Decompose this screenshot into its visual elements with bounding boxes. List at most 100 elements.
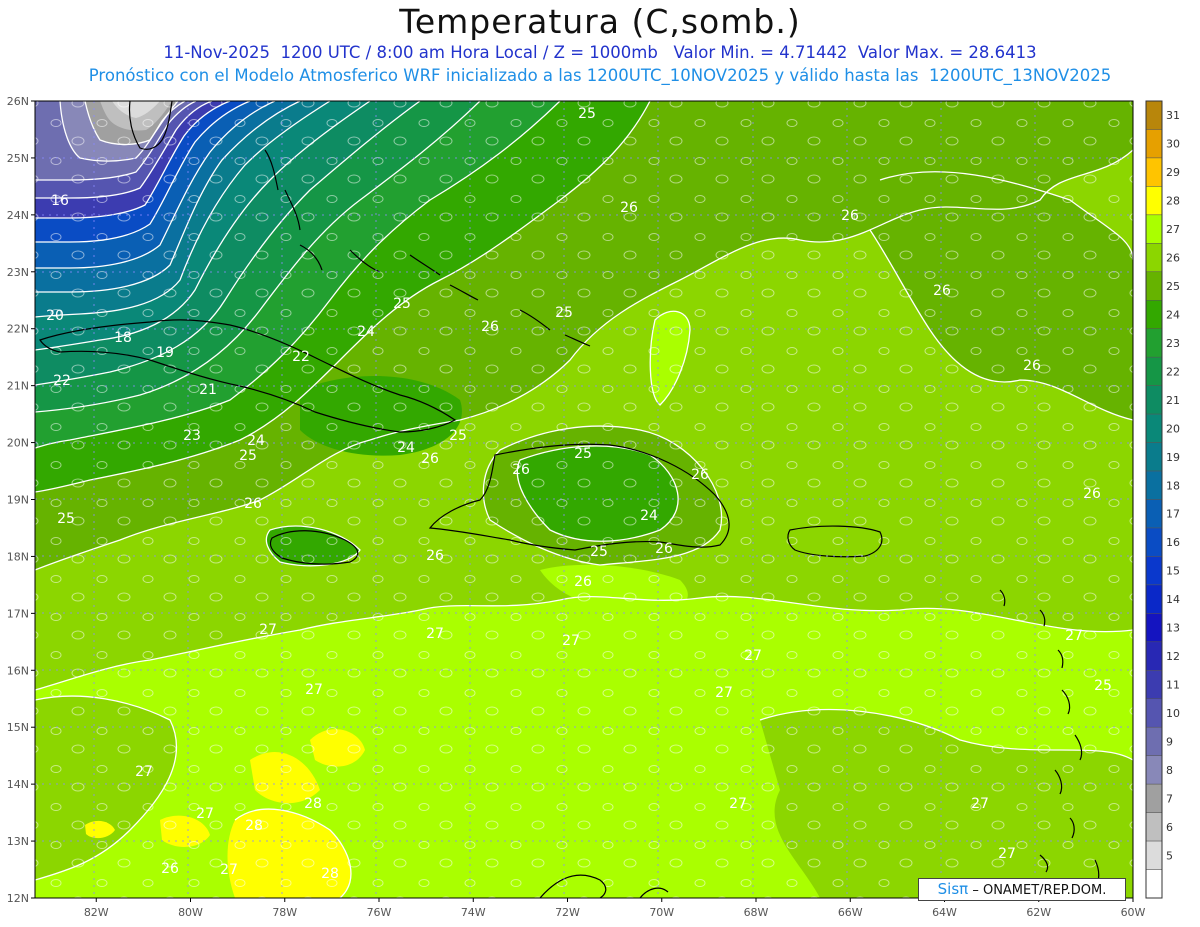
contour-label: 21 — [199, 382, 217, 398]
longitude-axis: 82W 80W 78W 76W 74W 72W 70W 68W 66W 64W 62W 60W — [84, 898, 1146, 919]
lat-label: 18N — [7, 550, 29, 563]
colorbar-label: 15 — [1166, 565, 1180, 578]
contour-label: 25 — [590, 544, 608, 560]
contour-label: 26 — [512, 462, 530, 478]
contour-label: 27 — [426, 626, 444, 642]
colorbar-label: 16 — [1166, 536, 1180, 549]
lon-label: 66W — [838, 906, 863, 919]
lat-label: 17N — [7, 607, 29, 620]
lat-label: 24N — [7, 209, 29, 222]
contour-label: 27 — [135, 764, 153, 780]
colorbar-label: 29 — [1166, 166, 1180, 179]
contour-label: 26 — [620, 200, 638, 216]
colorbar: 31 30 29 28 27 26 25 24 23 22 21 20 19 18 17 16 15 14 13 12… — [1145, 100, 1180, 899]
colorbar-label: 28 — [1166, 195, 1180, 208]
contour-label: 25 — [578, 106, 596, 122]
contour-label: 27 — [744, 648, 762, 664]
contour-label: 25 — [574, 446, 592, 462]
colorbar-swatch — [1145, 214, 1163, 244]
colorbar-swatch — [1145, 186, 1163, 216]
contour-label: 27 — [715, 685, 733, 701]
credit-text: – ONAMET/REP.DOM. — [972, 883, 1107, 898]
colorbar-swatch — [1145, 840, 1163, 870]
lat-label: 19N — [7, 494, 29, 507]
contour-label: 26 — [655, 541, 673, 557]
contour-label: 26 — [574, 574, 592, 590]
lat-label: 22N — [7, 323, 29, 336]
credit-box: Sisπ – ONAMET/REP.DOM. — [918, 878, 1126, 901]
contour-label: 22 — [53, 373, 71, 389]
colorbar-label: 8 — [1166, 764, 1173, 777]
lon-label: 60W — [1121, 906, 1146, 919]
colorbar-label: 24 — [1166, 308, 1180, 321]
contour-label: 26 — [161, 861, 179, 877]
contour-label: 25 — [1094, 678, 1112, 694]
lat-label: 14N — [7, 778, 29, 791]
contour-label: 25 — [555, 305, 573, 321]
colorbar-label: 9 — [1166, 735, 1173, 748]
colorbar-label: 23 — [1166, 337, 1180, 350]
contour-label: 26 — [841, 208, 859, 224]
colorbar-label: 30 — [1166, 138, 1180, 151]
lon-label: 78W — [272, 906, 297, 919]
colorbar-label: 13 — [1166, 622, 1180, 635]
contour-label: 20 — [46, 308, 64, 324]
lon-label: 70W — [649, 906, 674, 919]
colorbar-label: 10 — [1166, 707, 1180, 720]
contour-label: 26 — [481, 319, 499, 335]
colorbar-swatch — [1145, 470, 1163, 500]
lon-label: 76W — [367, 906, 392, 919]
contour-label: 26 — [691, 467, 709, 483]
colorbar-label: 18 — [1166, 479, 1180, 492]
colorbar-label: 19 — [1166, 451, 1180, 464]
contour-label: 27 — [220, 862, 238, 878]
forecast-info-line: Pronóstico con el Modelo Atmosferico WRF… — [88, 66, 1112, 85]
contour-label: 16 — [51, 193, 69, 209]
colorbar-label: 12 — [1166, 650, 1180, 663]
colorbar-swatch — [1145, 869, 1163, 899]
colorbar-label: 14 — [1166, 593, 1180, 606]
contour-label: 18 — [114, 330, 132, 346]
lon-label: 72W — [555, 906, 580, 919]
contour-label: 26 — [1083, 486, 1101, 502]
contour-label: 25 — [57, 511, 75, 527]
colorbar-swatch — [1145, 698, 1163, 728]
colorbar-swatch — [1145, 641, 1163, 671]
colorbar-label: 6 — [1166, 821, 1173, 834]
colorbar-swatch — [1145, 413, 1163, 443]
contour-label: 26 — [1023, 358, 1041, 374]
contour-label: 27 — [259, 622, 277, 638]
sispi-logo: Sisπ — [937, 880, 969, 898]
lat-label: 25N — [7, 152, 29, 165]
contour-label: 24 — [397, 440, 415, 456]
contour-label: 28 — [321, 866, 339, 882]
colorbar-swatch — [1145, 442, 1163, 472]
temperature-map: 26N 25N 24N 23N 22N 21N 20N 19N 18N 17N 16N 15N 14N 1… — [7, 95, 1180, 919]
contour-label: 19 — [156, 345, 174, 361]
lat-label: 13N — [7, 835, 29, 848]
colorbar-label: 20 — [1166, 422, 1180, 435]
contour-label: 26 — [244, 496, 262, 512]
contour-label: 23 — [183, 428, 201, 444]
lon-label: 80W — [178, 906, 203, 919]
colorbar-label: 11 — [1166, 679, 1180, 692]
lon-label: 82W — [84, 906, 109, 919]
colorbar-label: 25 — [1166, 280, 1180, 293]
colorbar-swatch — [1145, 129, 1163, 159]
colorbar-label: 21 — [1166, 394, 1180, 407]
contour-label: 25 — [393, 296, 411, 312]
lat-label: 23N — [7, 266, 29, 279]
map-title: Temperatura (C,somb.) — [399, 2, 801, 41]
contour-label: 24 — [357, 324, 375, 340]
colorbar-swatch — [1145, 100, 1163, 130]
colorbar-label: 26 — [1166, 252, 1180, 265]
colorbar-swatch — [1145, 783, 1163, 813]
contour-label: 22 — [292, 349, 310, 365]
colorbar-swatch — [1145, 584, 1163, 614]
contour-label: 27 — [1065, 628, 1083, 644]
colorbar-swatch — [1145, 556, 1163, 586]
contour-label: 27 — [305, 682, 323, 698]
lat-label: 16N — [7, 664, 29, 677]
colorbar-swatch — [1145, 356, 1163, 386]
lon-label: 64W — [932, 906, 957, 919]
